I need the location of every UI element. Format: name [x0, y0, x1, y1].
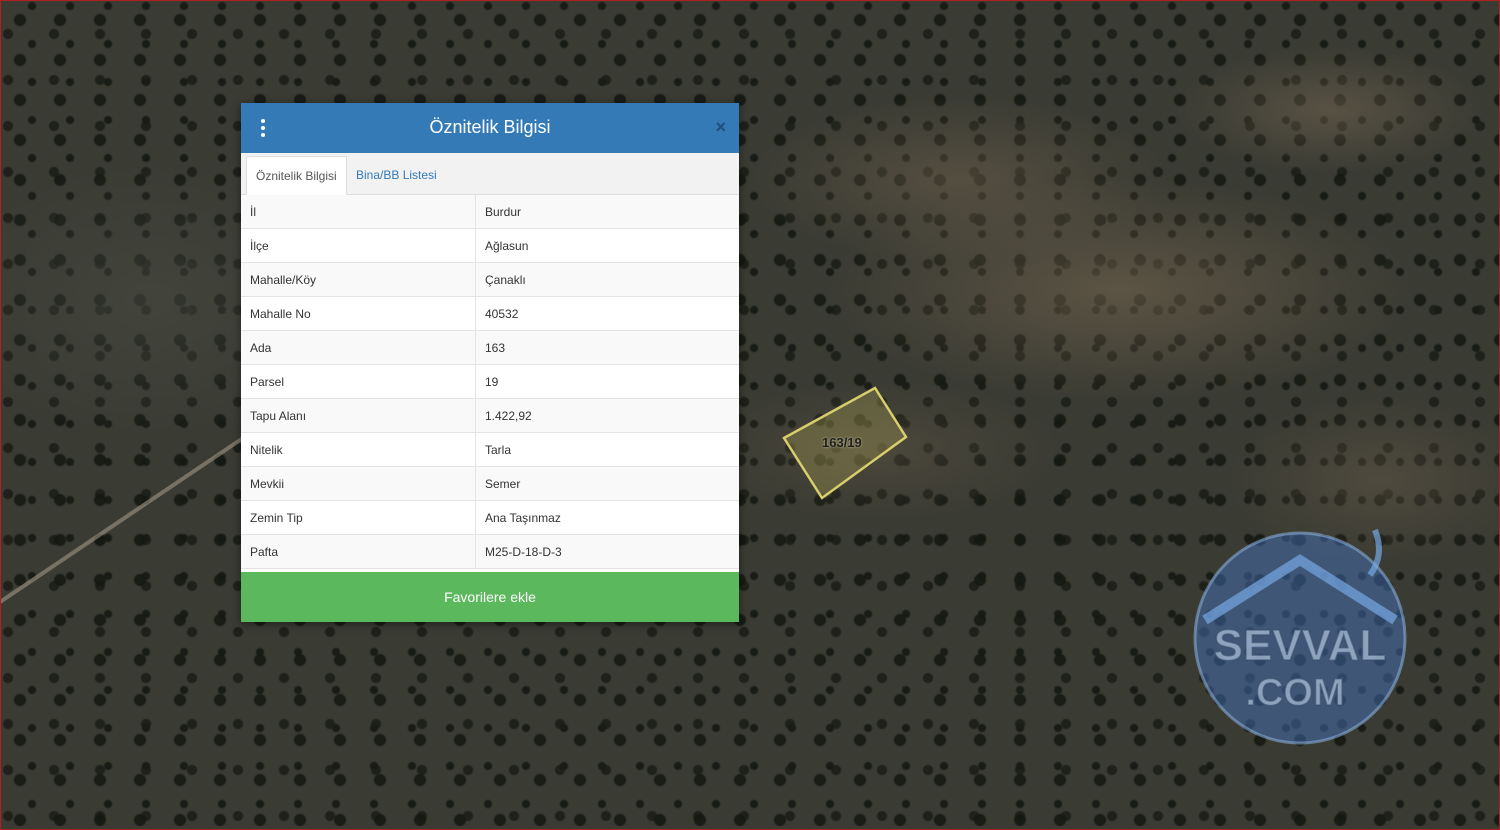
row-value: Tarla — [475, 432, 739, 467]
attribute-info-popup: Öznitelik Bilgisi × Öznitelik Bilgisi Bi… — [241, 103, 739, 622]
row-key: Mahalle/Köy — [241, 262, 476, 297]
row-value: Burdur — [475, 195, 739, 229]
popup-title: Öznitelik Bilgisi — [429, 117, 551, 137]
add-to-favorites-button[interactable]: Favorilere ekle — [241, 572, 739, 622]
parcel-overlay[interactable] — [0, 0, 1500, 830]
table-row: İlçe Ağlasun — [241, 228, 739, 263]
close-icon[interactable]: × — [715, 117, 726, 137]
row-key: Zemin Tip — [241, 500, 476, 535]
popup-header: Öznitelik Bilgisi × — [241, 103, 739, 153]
table-row: Tapu Alanı 1.422,92 — [241, 398, 739, 433]
row-key: Pafta — [241, 534, 476, 569]
popup-tabs: Öznitelik Bilgisi Bina/BB Listesi — [241, 153, 739, 195]
row-value: 163 — [475, 330, 739, 365]
table-row: Pafta M25-D-18-D-3 — [241, 534, 739, 569]
row-value: 1.422,92 — [475, 398, 739, 433]
tab-attribute-info[interactable]: Öznitelik Bilgisi — [246, 156, 347, 195]
attribute-table: İl Burdur İlçe Ağlasun Mahalle/Köy Çanak… — [241, 195, 739, 569]
row-key: Tapu Alanı — [241, 398, 476, 433]
row-value: Semer — [475, 466, 739, 501]
table-row: Mahalle No 40532 — [241, 296, 739, 331]
row-key: İlçe — [241, 228, 476, 263]
row-value: 40532 — [475, 296, 739, 331]
row-value: Ağlasun — [475, 228, 739, 263]
row-value: M25-D-18-D-3 — [475, 534, 739, 569]
tab-building-list[interactable]: Bina/BB Listesi — [347, 156, 446, 194]
row-value: Çanaklı — [475, 262, 739, 297]
row-key: İl — [241, 195, 476, 229]
row-key: Nitelik — [241, 432, 476, 467]
table-row: Zemin Tip Ana Taşınmaz — [241, 500, 739, 535]
row-key: Ada — [241, 330, 476, 365]
row-value: 19 — [475, 364, 739, 399]
table-row: Mahalle/Köy Çanaklı — [241, 262, 739, 297]
table-row: Nitelik Tarla — [241, 432, 739, 467]
table-row: Ada 163 — [241, 330, 739, 365]
table-row: Mevkii Semer — [241, 466, 739, 501]
parcel-label: 163/19 — [822, 435, 862, 450]
row-key: Mahalle No — [241, 296, 476, 331]
row-value: Ana Taşınmaz — [475, 500, 739, 535]
row-key: Mevkii — [241, 466, 476, 501]
table-row: İl Burdur — [241, 195, 739, 229]
table-row: Parsel 19 — [241, 364, 739, 399]
row-key: Parsel — [241, 364, 476, 399]
